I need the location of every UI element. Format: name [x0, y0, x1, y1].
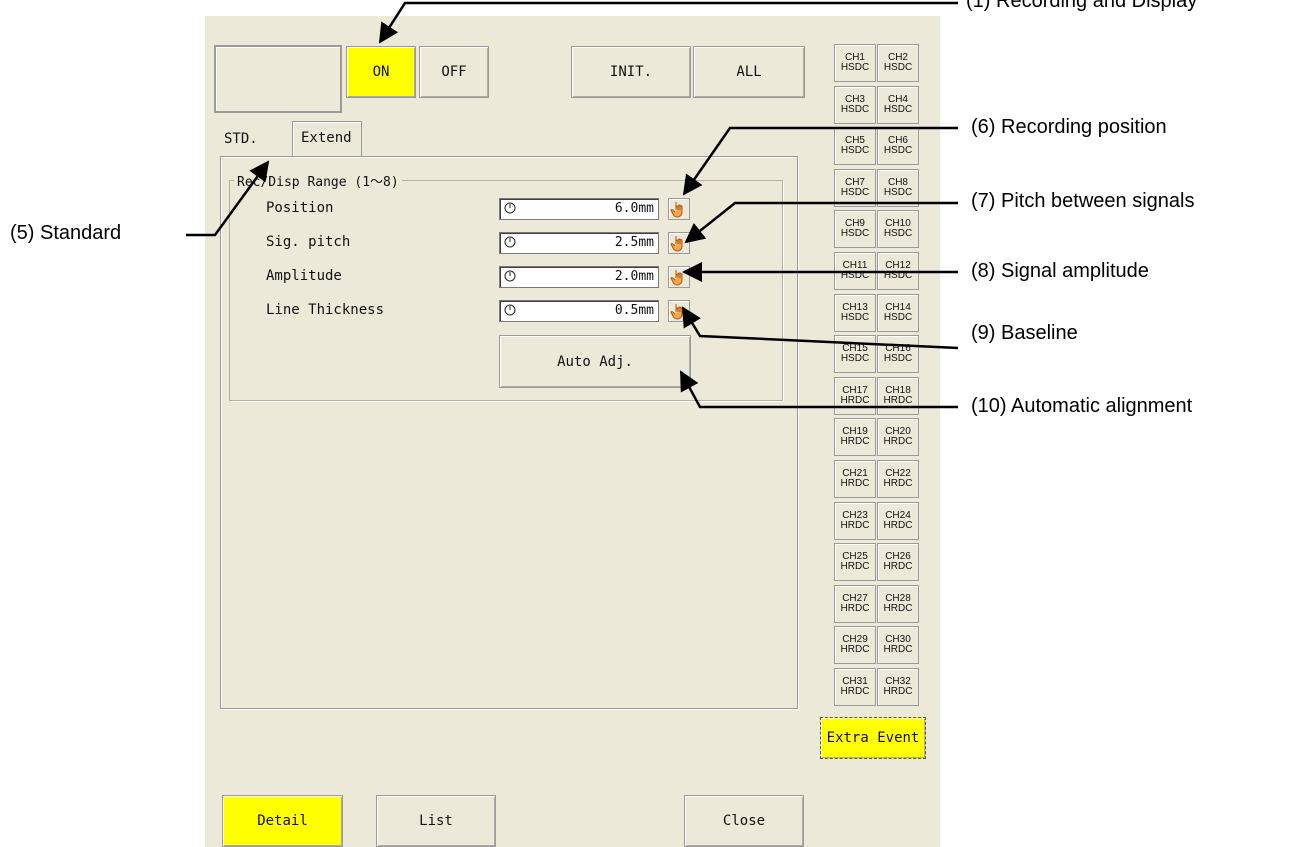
annotation-9: (9) Baseline [971, 322, 1078, 344]
annotation-5: (5) Standard [10, 222, 122, 244]
annotation-8: (8) Signal amplitude [971, 260, 1149, 282]
callout-line-6 [682, 126, 958, 196]
callout-line-1 [378, 1, 958, 44]
callout-line-5 [186, 160, 270, 237]
callout-line-7 [684, 201, 958, 244]
annotation-6: (6) Recording position [971, 116, 1167, 138]
callout-line-10 [679, 370, 958, 409]
annotation-7: (7) Pitch between signals [971, 190, 1195, 212]
annotation-1: (1) Recording and Display [966, 0, 1198, 12]
callout-line-9 [681, 306, 959, 350]
annotation-10: (10) Automatic alignment [971, 395, 1193, 417]
